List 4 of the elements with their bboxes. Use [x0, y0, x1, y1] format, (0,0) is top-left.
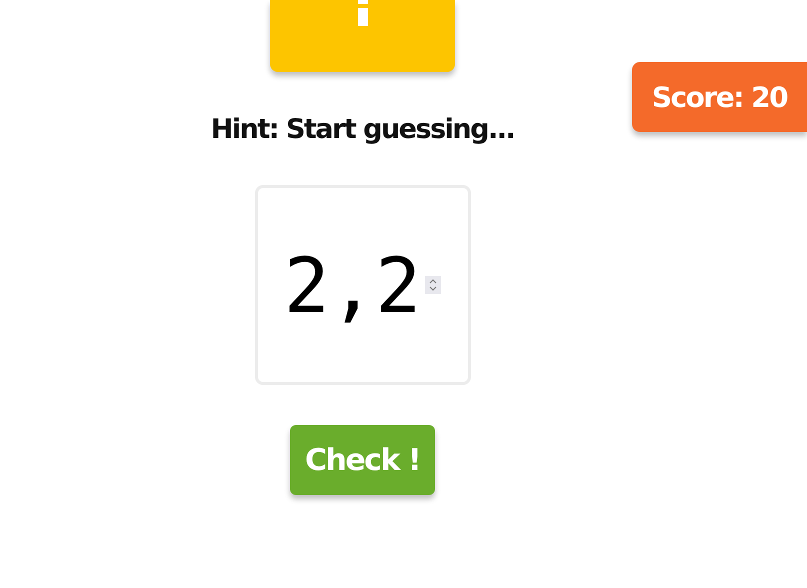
- hint-text: Hint: Start guessing...: [210, 114, 514, 145]
- score-badge: Score: 20: [632, 62, 807, 132]
- spinner-icon[interactable]: [424, 276, 440, 294]
- guess-field[interactable]: 2,2: [254, 185, 470, 385]
